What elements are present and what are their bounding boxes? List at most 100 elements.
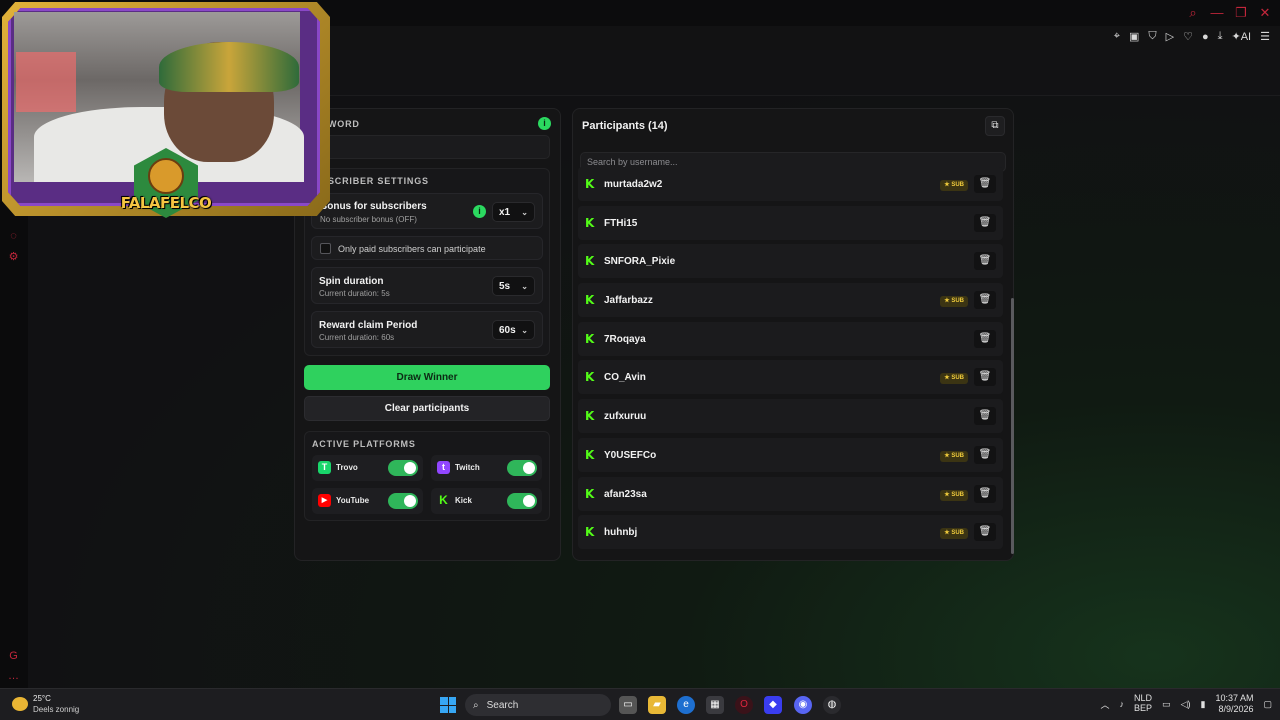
streamer-logo: FALAFELCO xyxy=(120,148,212,232)
trash-icon: 🗑 xyxy=(978,178,992,189)
bonus-card: Bonus for subscribers No subscriber bonu… xyxy=(311,193,543,229)
menu-icon[interactable]: ☰ xyxy=(1260,30,1270,43)
youtube-icon: ▶ xyxy=(318,494,331,507)
weather-icon xyxy=(12,697,28,711)
settings-icon[interactable]: ⚙ xyxy=(7,250,20,263)
participant-row: Kzufxuruu 🗑 xyxy=(578,399,1003,434)
participants-title: Participants (14) xyxy=(582,120,668,132)
delete-participant-button[interactable]: 🗑 xyxy=(974,407,996,426)
discord-icon[interactable]: ◉ xyxy=(794,696,812,714)
delete-participant-button[interactable]: 🗑 xyxy=(974,368,996,387)
trash-icon: 🗑 xyxy=(978,526,992,538)
trovo-icon: T xyxy=(318,461,331,474)
delete-participant-button[interactable]: 🗑 xyxy=(974,213,996,232)
participant-row: K FTHi15 🗑 xyxy=(578,205,1003,240)
participants-list: Kmurtada2w2 ★ SUB 🗑 K FTHi15 🗑 K SNFORA_Pixie 🗑 K… xyxy=(578,167,1003,555)
screenshot-icon[interactable]: ▣ xyxy=(1129,30,1139,43)
download-icon[interactable]: ⤓ xyxy=(1218,30,1223,43)
participant-row: K SNFORA_Pixie 🗑 xyxy=(578,244,1003,279)
delete-participant-button[interactable]: 🗑 xyxy=(974,445,996,464)
platform-kick: K Kick xyxy=(431,488,542,514)
gx-icon[interactable]: G xyxy=(7,650,20,663)
display-icon[interactable]: ▭ xyxy=(1162,699,1171,710)
spin-duration-value: 5s xyxy=(499,280,511,292)
app-icon[interactable]: ◆ xyxy=(764,696,782,714)
draw-winner-button[interactable]: Draw Winner xyxy=(304,365,550,390)
edge-icon[interactable]: e xyxy=(677,696,695,714)
participant-row: K 7Roqaya 🗑 xyxy=(578,321,1003,356)
battery-icon[interactable]: ▮ xyxy=(1201,699,1206,710)
platform-twitch: t Twitch xyxy=(431,455,542,481)
bonus-info-icon[interactable]: i xyxy=(473,205,486,218)
info-icon[interactable]: i xyxy=(538,117,551,130)
kick-icon: K xyxy=(585,409,595,424)
minimize-icon[interactable]: — xyxy=(1210,5,1224,21)
more-icon[interactable]: … xyxy=(7,670,20,683)
trash-icon: 🗑 xyxy=(978,255,992,267)
store-icon[interactable]: ▦ xyxy=(706,696,724,714)
spin-duration-subtitle: Current duration: 5s xyxy=(319,289,390,298)
search-icon[interactable]: ⌕ xyxy=(1186,5,1200,21)
volume-icon[interactable]: ◁) xyxy=(1181,699,1191,710)
reward-period-value: 60s xyxy=(499,324,516,336)
kick-toggle[interactable] xyxy=(507,493,537,509)
trash-icon: 🗑 xyxy=(978,487,992,499)
profile-icon[interactable]: ● xyxy=(1202,31,1209,43)
youtube-toggle[interactable] xyxy=(388,493,418,509)
clock[interactable]: 10:37 AM 8/9/2026 xyxy=(1215,693,1253,715)
twitch-icon: t xyxy=(437,461,450,474)
start-button[interactable] xyxy=(440,697,456,713)
spin-duration-select[interactable]: 5s ⌄ xyxy=(492,276,535,296)
sub-badge: ★ SUB xyxy=(940,489,968,501)
opera-gx-icon[interactable]: O xyxy=(735,696,753,714)
app-icon[interactable]: ◍ xyxy=(823,696,841,714)
participant-row: Kmurtada2w2 ★ SUB 🗑 xyxy=(578,167,1003,201)
chevron-up-icon[interactable]: ︿ xyxy=(1101,698,1110,711)
trash-icon: 🗑 xyxy=(978,294,992,306)
delete-participant-button[interactable]: 🗑 xyxy=(974,291,996,310)
delete-participant-button[interactable]: 🗑 xyxy=(974,329,996,348)
paid-only-checkbox[interactable] xyxy=(320,243,331,254)
clear-participants-button[interactable]: Clear participants xyxy=(304,396,550,421)
trovo-toggle[interactable] xyxy=(388,460,418,476)
active-platforms-section: ACTIVE PLATFORMS T Trovo t Twitch ▶ YouT… xyxy=(304,431,550,521)
file-explorer-icon[interactable]: ▰ xyxy=(648,696,666,714)
heart-icon[interactable]: ♡ xyxy=(1183,30,1193,43)
kick-icon: K xyxy=(585,177,595,191)
participant-username: Jaffarbazz xyxy=(604,295,653,307)
maximize-icon[interactable]: ❐ xyxy=(1234,5,1248,21)
reward-period-select[interactable]: 60s ⌄ xyxy=(492,320,535,340)
scroll-thumb[interactable] xyxy=(1011,298,1014,554)
sub-badge-label: SUB xyxy=(951,298,964,305)
reward-period-title: Reward claim Period xyxy=(319,320,418,331)
shield-icon[interactable]: ⛉ xyxy=(1148,30,1156,43)
pin-icon[interactable]: ⌖ xyxy=(1114,30,1120,43)
paid-only-option[interactable]: Only paid subscribers can participate xyxy=(311,236,543,260)
microphone-icon[interactable]: ♪ xyxy=(1120,699,1125,709)
delete-participant-button[interactable]: 🗑 xyxy=(974,523,996,542)
participant-row: K Jaffarbazz ★ SUB 🗑 xyxy=(578,283,1003,318)
copy-icon[interactable]: ⧉ xyxy=(985,116,1005,136)
bonus-multiplier-select[interactable]: x1 ⌄ xyxy=(492,202,535,222)
chevron-down-icon: ⌄ xyxy=(521,325,528,335)
notification-icon[interactable]: ▢ xyxy=(1263,699,1272,710)
task-view-icon[interactable]: ▭ xyxy=(619,696,637,714)
delete-participant-button[interactable]: 🗑 xyxy=(974,484,996,503)
twitch-toggle[interactable] xyxy=(507,460,537,476)
taskbar-search[interactable]: ⌕ Search xyxy=(465,694,611,716)
play-icon[interactable]: ▷ xyxy=(1166,30,1174,43)
keyword-label: WORD xyxy=(328,119,360,129)
taskbar-search-label: Search xyxy=(486,699,519,711)
close-icon[interactable]: ✕ xyxy=(1258,5,1272,21)
delete-participant-button[interactable]: 🗑 xyxy=(974,252,996,271)
participant-username: huhnbj xyxy=(604,527,638,539)
delete-participant-button[interactable]: 🗑 xyxy=(974,175,996,193)
platform-name: Trovo xyxy=(336,463,358,472)
reward-period-card: Reward claim Period Current duration: 60… xyxy=(311,311,543,348)
participant-username: afan23sa xyxy=(604,488,647,500)
messenger-icon[interactable]: ◌ xyxy=(7,230,20,243)
language-indicator[interactable]: NLD BEP xyxy=(1134,694,1152,714)
keyword-input[interactable] xyxy=(304,135,550,159)
participants-scrollbar[interactable] xyxy=(1010,180,1014,555)
ai-icon[interactable]: ✦AI xyxy=(1232,30,1252,43)
